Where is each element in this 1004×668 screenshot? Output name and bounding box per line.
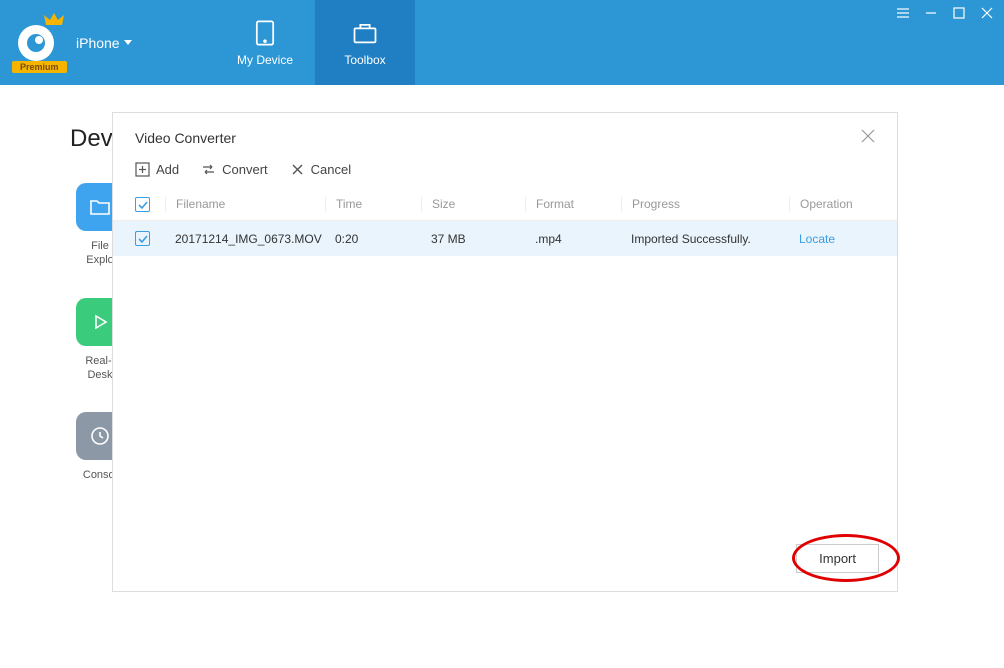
- tab-label: Toolbox: [344, 53, 385, 67]
- device-name: iPhone: [76, 35, 120, 51]
- cell-format: .mp4: [525, 232, 621, 246]
- maximize-button[interactable]: [952, 6, 966, 20]
- app-logo: Premium: [12, 19, 60, 67]
- premium-badge: Premium: [12, 61, 67, 73]
- cell-time: 0:20: [325, 232, 421, 246]
- check-icon: [138, 234, 148, 244]
- tool-label: Real-t Desk: [85, 354, 114, 383]
- toolbox-icon: [351, 19, 379, 47]
- convert-label: Convert: [222, 162, 268, 177]
- minimize-button[interactable]: [924, 6, 938, 20]
- swap-icon: [201, 162, 216, 177]
- dialog-toolbar: Add Convert Cancel: [113, 156, 897, 189]
- cell-progress: Imported Successfully.: [621, 232, 789, 246]
- add-button[interactable]: Add: [135, 162, 179, 177]
- plus-square-icon: [135, 162, 150, 177]
- app-header: Premium iPhone My Device Toolbox: [0, 0, 1004, 85]
- col-format[interactable]: Format: [525, 197, 621, 212]
- dialog-close-button[interactable]: [861, 129, 875, 146]
- convert-button[interactable]: Convert: [201, 162, 268, 177]
- device-selector[interactable]: iPhone: [76, 35, 132, 51]
- col-size[interactable]: Size: [421, 197, 525, 212]
- tablet-icon: [251, 19, 279, 47]
- add-label: Add: [156, 162, 179, 177]
- close-button[interactable]: [980, 6, 994, 20]
- crown-icon: [44, 13, 64, 27]
- brand: Premium iPhone: [0, 0, 215, 85]
- col-progress[interactable]: Progress: [621, 197, 789, 212]
- col-time[interactable]: Time: [325, 197, 421, 212]
- table-header: Filename Time Size Format Progress Opera…: [113, 189, 897, 221]
- tab-my-device[interactable]: My Device: [215, 0, 315, 85]
- dialog-title: Video Converter: [135, 130, 236, 146]
- cell-filename: 20171214_IMG_0673.MOV: [165, 232, 325, 246]
- locate-link[interactable]: Locate: [799, 232, 835, 246]
- cancel-button[interactable]: Cancel: [290, 162, 351, 177]
- check-icon: [138, 200, 148, 210]
- tab-toolbox[interactable]: Toolbox: [315, 0, 415, 85]
- row-checkbox[interactable]: [135, 231, 150, 246]
- import-button[interactable]: Import: [796, 544, 879, 573]
- cell-size: 37 MB: [421, 232, 525, 246]
- table-row[interactable]: 20171214_IMG_0673.MOV 0:20 37 MB .mp4 Im…: [113, 221, 897, 256]
- col-operation[interactable]: Operation: [789, 197, 875, 212]
- col-filename[interactable]: Filename: [165, 197, 325, 212]
- nav-tabs: My Device Toolbox: [215, 0, 415, 85]
- tool-label: File Explo: [86, 239, 114, 268]
- video-converter-dialog: Video Converter Add Convert Cancel Filen…: [112, 112, 898, 592]
- x-icon: [290, 162, 305, 177]
- select-all-checkbox[interactable]: [135, 197, 150, 212]
- tab-label: My Device: [237, 53, 293, 67]
- cancel-label: Cancel: [311, 162, 351, 177]
- close-icon: [861, 129, 875, 143]
- menu-icon[interactable]: [896, 6, 910, 20]
- chevron-down-icon: [124, 40, 132, 45]
- window-controls: [896, 6, 994, 20]
